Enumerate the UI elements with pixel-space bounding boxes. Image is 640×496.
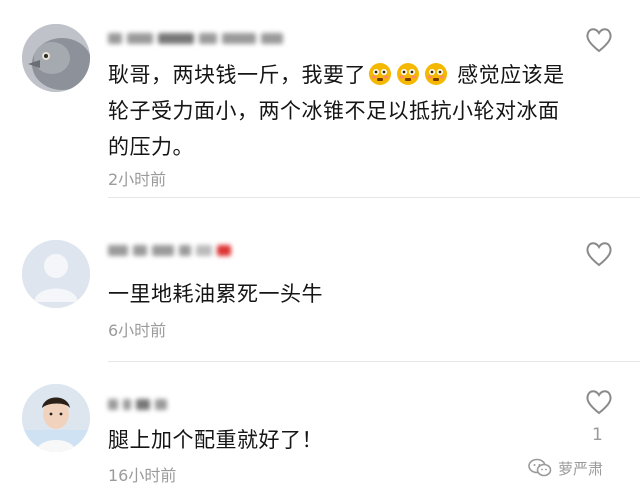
comment-text: 耿哥，两块钱一斤，我要了 感觉应该是轮子受力面小，两个冰锥不足以抵抗小轮对冰面的… — [108, 57, 578, 165]
pigeon-avatar-image — [22, 24, 90, 92]
wechat-icon — [528, 458, 552, 477]
comment-text: 腿上加个配重就好了！ — [108, 428, 323, 452]
watermark: 萝严肃 — [528, 455, 638, 481]
flushed-face-emoji-icon — [424, 61, 448, 85]
comment-time: 2小时前 — [108, 170, 167, 189]
flushed-face-emoji-icon — [368, 61, 392, 85]
comment-time: 6小时前 — [108, 321, 167, 340]
avatar[interactable] — [22, 240, 90, 308]
user-photo-avatar-image — [22, 384, 90, 452]
avatar[interactable] — [22, 384, 90, 452]
avatar[interactable] — [22, 24, 90, 92]
comment-item-1: 耿哥，两块钱一斤，我要了 感觉应该是轮子受力面小，两个冰锥不足以抵抗小轮对冰面的… — [0, 0, 640, 198]
flushed-face-emoji-icon — [396, 61, 420, 85]
watermark-text: 萝严肃 — [558, 459, 604, 478]
username-blurred[interactable] — [108, 242, 231, 258]
comment-text: 一里地耗油累死一头牛 — [108, 282, 323, 306]
username-blurred[interactable] — [108, 30, 283, 46]
heart-icon[interactable] — [585, 241, 613, 267]
comment-item-2: 一里地耗油累死一头牛 6小时前 — [0, 198, 640, 362]
like-count: 1 — [592, 425, 603, 445]
heart-icon[interactable] — [585, 27, 613, 53]
comment-text-part1: 耿哥，两块钱一斤，我要了 — [108, 63, 366, 87]
comment-time: 16小时前 — [108, 466, 177, 485]
username-blurred[interactable] — [108, 396, 167, 412]
default-user-avatar-icon — [22, 240, 90, 308]
heart-icon[interactable] — [585, 389, 613, 415]
